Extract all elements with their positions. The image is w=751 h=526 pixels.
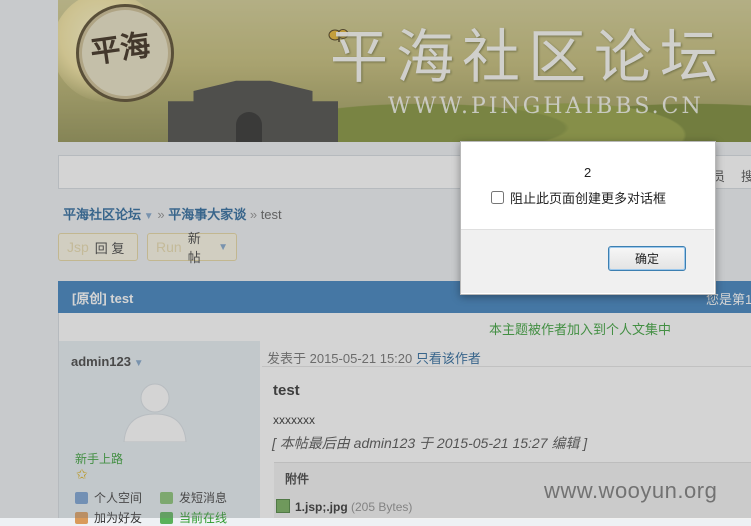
prevent-dialogs-checkbox[interactable] (491, 191, 504, 204)
watermark: www.wooyun.org (544, 478, 718, 503)
alert-message: 2 (584, 165, 592, 180)
prevent-dialogs-option[interactable]: 阻止此页面创建更多对话框 (491, 188, 666, 207)
prevent-dialogs-label: 阻止此页面创建更多对话框 (510, 191, 667, 206)
ok-button[interactable]: 确定 (608, 246, 686, 271)
